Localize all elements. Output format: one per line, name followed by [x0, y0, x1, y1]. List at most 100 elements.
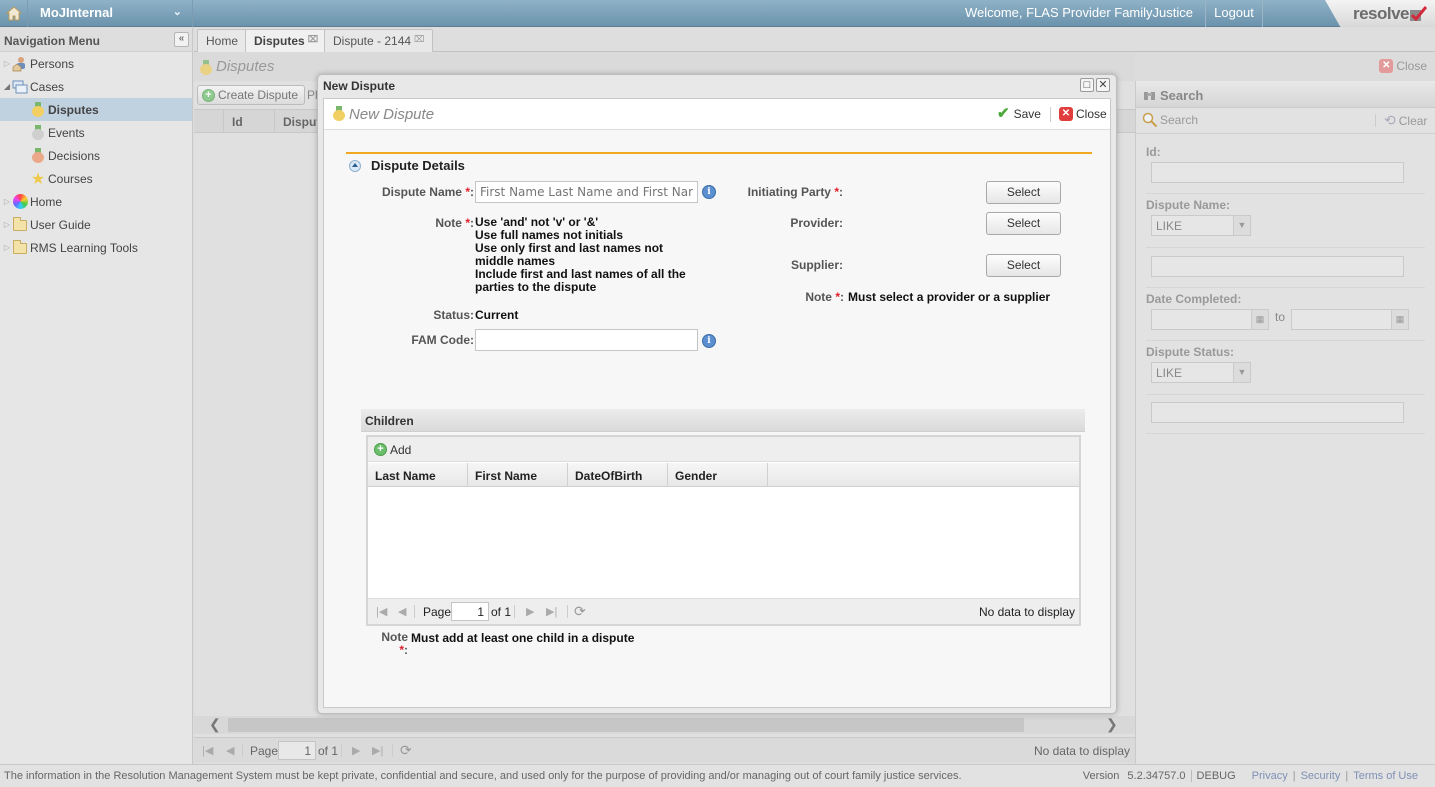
- form-close-button[interactable]: ✕ Close: [1059, 107, 1107, 121]
- dispute-name-input[interactable]: [1151, 256, 1404, 277]
- navigation-title: Navigation Menu: [4, 34, 101, 48]
- search-button[interactable]: Search: [1142, 112, 1198, 128]
- scroll-right-icon[interactable]: ❯: [1106, 716, 1118, 733]
- close-tab-icon[interactable]: ⌧: [308, 34, 318, 44]
- provider-label: Provider:: [790, 216, 843, 230]
- nav-item-rms-learning-tools[interactable]: ▷ RMS Learning Tools: [0, 236, 192, 259]
- select-supplier-button[interactable]: Select: [986, 254, 1061, 277]
- save-button[interactable]: ✔ Save: [997, 106, 1041, 121]
- nav-item-cases[interactable]: ◢ Cases: [0, 75, 192, 98]
- refresh-icon[interactable]: ⟳: [574, 603, 586, 620]
- select-initiating-party-button[interactable]: Select: [986, 181, 1061, 204]
- chevron-down-icon[interactable]: ▼: [1233, 363, 1250, 382]
- search-label: Search: [1160, 113, 1199, 127]
- checkmark-logo-icon: [1410, 5, 1427, 21]
- expand-icon[interactable]: ▷: [2, 59, 12, 68]
- info-icon[interactable]: i: [702, 334, 716, 348]
- add-child-button[interactable]: + Add: [374, 443, 411, 457]
- form-title: New Dispute: [349, 106, 435, 123]
- security-link[interactable]: Security: [1301, 770, 1341, 782]
- logo-text: resolve: [1352, 3, 1410, 23]
- label-colon: :: [840, 290, 844, 304]
- tab-home[interactable]: Home: [197, 29, 248, 52]
- disputes-pager: |◀ ◀ Page 1 of 1 ▶ ▶| ⟳ No data to displ…: [194, 737, 1135, 763]
- new-dispute-dialog: New Dispute □ ✕ New Dispute ✔ Save ✕ Clo…: [317, 74, 1117, 714]
- nav-item-user-guide[interactable]: ▷ User Guide: [0, 213, 192, 236]
- disputes-title: Disputes: [216, 58, 275, 75]
- column-header-first-name[interactable]: First Name: [468, 463, 568, 486]
- chevron-down-icon[interactable]: ▼: [1233, 216, 1250, 235]
- collapse-icon[interactable]: ◢: [2, 82, 12, 91]
- create-dispute-button[interactable]: + Create Dispute: [197, 85, 306, 105]
- search-panel-header: Search: [1136, 81, 1435, 108]
- dispute-status-operator-select[interactable]: LIKE ▼: [1151, 362, 1251, 383]
- expand-icon[interactable]: ▷: [2, 243, 12, 252]
- expand-icon[interactable]: ▷: [2, 197, 12, 206]
- nav-item-courses[interactable]: ★ Courses: [0, 167, 192, 190]
- first-page-icon[interactable]: |◀: [376, 605, 387, 618]
- application-selector[interactable]: MoJInternal ⌄: [28, 0, 193, 27]
- clear-button[interactable]: ⟲ Clear: [1384, 112, 1427, 129]
- version-number: 5.2.34757.0: [1127, 770, 1186, 782]
- calendar-icon[interactable]: ▦: [1251, 310, 1268, 329]
- home-button[interactable]: [0, 0, 28, 27]
- select-provider-button[interactable]: Select: [986, 212, 1061, 235]
- nav-item-disputes[interactable]: Disputes: [0, 98, 192, 121]
- nav-item-events[interactable]: Events: [0, 121, 192, 144]
- id-input[interactable]: [1151, 162, 1404, 183]
- previous-page-icon[interactable]: ◀: [226, 744, 234, 757]
- close-disputes-button[interactable]: ✕ Close: [1379, 59, 1427, 73]
- section-divider: [346, 152, 1092, 154]
- nav-item-label: Persons: [30, 56, 75, 71]
- maximize-button[interactable]: □: [1080, 78, 1094, 92]
- close-tab-icon[interactable]: ⌧: [414, 34, 424, 44]
- column-header-last-name[interactable]: Last Name: [368, 463, 468, 486]
- close-icon: ✕: [1098, 79, 1108, 91]
- refresh-icon[interactable]: ⟳: [400, 742, 412, 759]
- previous-page-icon[interactable]: ◀: [398, 605, 406, 618]
- next-page-icon[interactable]: ▶: [526, 605, 534, 618]
- dispute-details-section-toggle[interactable]: Dispute Details: [349, 158, 465, 173]
- dispute-name-input[interactable]: [475, 181, 698, 203]
- tab-dispute-2144[interactable]: Dispute - 2144 ⌧: [324, 29, 434, 52]
- party-note-text: Must select a provider or a supplier: [848, 290, 1051, 304]
- star-icon: ★: [30, 170, 46, 188]
- terms-of-use-link[interactable]: Terms of Use: [1353, 770, 1418, 782]
- dispute-name-operator-select[interactable]: LIKE ▼: [1151, 215, 1251, 236]
- tab-disputes[interactable]: Disputes ⌧: [245, 29, 328, 52]
- logout-link[interactable]: Logout: [1205, 0, 1263, 27]
- scrollbar-thumb[interactable]: [228, 718, 1024, 732]
- expand-icon[interactable]: ▷: [2, 220, 12, 229]
- fam-code-input[interactable]: [475, 329, 698, 351]
- home-icon: [5, 6, 22, 21]
- nav-item-persons[interactable]: ▷ Persons: [0, 52, 192, 75]
- column-header-gender[interactable]: Gender: [668, 463, 768, 486]
- guideline: Use only first and last names not middle…: [475, 241, 664, 268]
- dialog-title: New Dispute: [323, 79, 396, 93]
- nav-item-label: User Guide: [30, 217, 91, 232]
- close-label: Close: [1076, 107, 1107, 121]
- date-completed-from-input[interactable]: ▦: [1151, 309, 1269, 330]
- page-number-input[interactable]: 1: [451, 602, 489, 621]
- last-page-icon[interactable]: ▶|: [372, 744, 383, 757]
- next-page-icon[interactable]: ▶: [352, 744, 360, 757]
- column-header-date-of-birth[interactable]: DateOfBirth: [568, 463, 668, 486]
- date-completed-to-input[interactable]: ▦: [1291, 309, 1409, 330]
- page-number-input[interactable]: 1: [278, 741, 316, 760]
- collapse-section-icon[interactable]: [349, 159, 361, 172]
- save-label: Save: [1013, 107, 1041, 121]
- children-toolbar: + Add: [368, 437, 1079, 462]
- last-page-icon[interactable]: ▶|: [546, 605, 557, 618]
- dispute-status-input[interactable]: [1151, 402, 1404, 423]
- collapse-navigation-button[interactable]: «: [174, 32, 189, 47]
- horizontal-scrollbar[interactable]: ❮ ❯: [194, 716, 1135, 734]
- dialog-close-button[interactable]: ✕: [1096, 78, 1110, 92]
- column-header-id[interactable]: Id: [232, 115, 243, 129]
- nav-item-home[interactable]: ▷ Home: [0, 190, 192, 213]
- calendar-icon[interactable]: ▦: [1391, 310, 1408, 329]
- plus-icon: +: [202, 89, 215, 102]
- scroll-left-icon[interactable]: ❮: [209, 716, 221, 733]
- privacy-link[interactable]: Privacy: [1252, 770, 1288, 782]
- nav-item-decisions[interactable]: Decisions: [0, 144, 192, 167]
- first-page-icon[interactable]: |◀: [202, 744, 213, 757]
